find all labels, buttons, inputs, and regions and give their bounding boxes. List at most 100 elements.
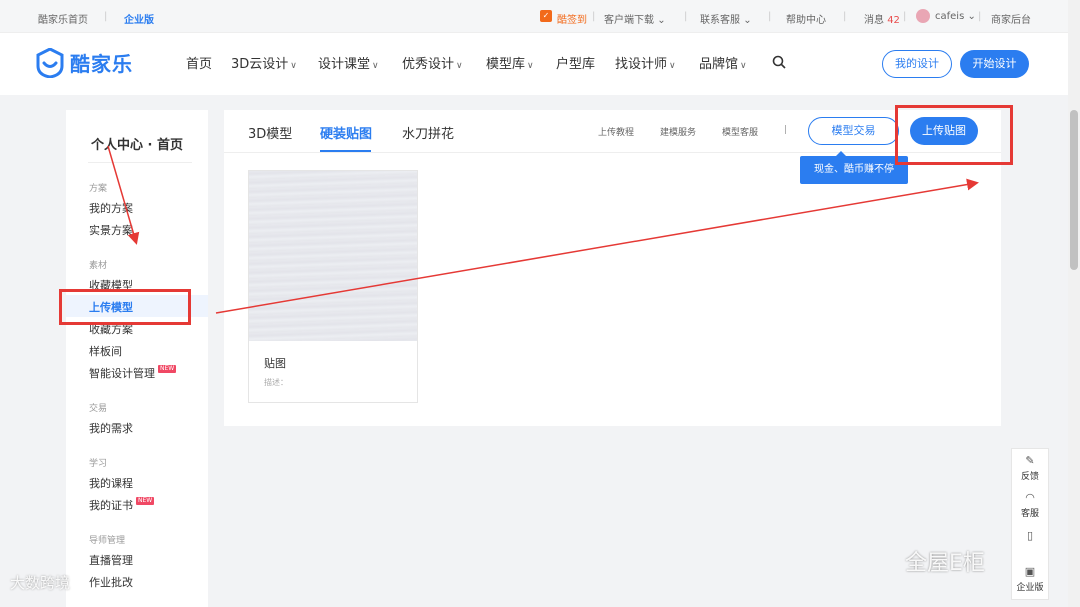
merchant-backend-link[interactable]: 商家后台 (991, 11, 1031, 26)
divider: | (104, 11, 108, 22)
search-icon[interactable] (772, 55, 786, 69)
tab-3d-model[interactable]: 3D模型 (248, 123, 292, 142)
sidebar-item-my-courses[interactable]: 我的课程 (89, 475, 133, 491)
divider: | (784, 125, 788, 135)
contact-service-label: 联系客服 (700, 15, 740, 26)
logo-text[interactable]: 酷家乐 (70, 48, 133, 77)
edit-icon: ✎ (1025, 454, 1035, 467)
sidebar-item-smart-design[interactable]: 智能设计管理 NEW (89, 365, 177, 381)
divider: | (592, 11, 596, 22)
sidebar-group-material: 素材 (89, 261, 108, 271)
messages-count: 42 (887, 15, 900, 26)
sidebar-item-my-certs[interactable]: 我的证书 NEW (89, 497, 155, 513)
divider: | (978, 11, 982, 22)
enterprise-float-label: 企业版 (1016, 583, 1044, 593)
kujiale-home-link[interactable]: 酷家乐首页 (38, 11, 88, 26)
nav-floorplan-library[interactable]: 户型库 (556, 53, 595, 72)
texture-thumbnail[interactable] (249, 171, 417, 341)
divider (88, 162, 192, 163)
divider: | (903, 11, 907, 22)
annotation-box-upload-texture (895, 105, 1013, 165)
top-bar: 酷家乐首页 | 企业版 ✓ 酷签到 | 客户端下载 ⌄ | 联系客服 ⌄ | 帮… (0, 0, 1080, 33)
sidebar-item-real-plans[interactable]: 实景方案 (89, 222, 133, 238)
sidebar-title[interactable]: 个人中心 · 首页 (91, 134, 183, 153)
chevron-down-icon: ∨ (456, 61, 463, 71)
main-panel: 3D模型 硬装贴图 水刀拼花 上传教程 建模服务 模型客服 | 模型交易 上传贴… (224, 110, 1001, 426)
chevron-down-icon: ∨ (669, 61, 676, 71)
avatar[interactable] (916, 9, 930, 23)
sidebar-item-my-certs-label: 我的证书 (89, 499, 133, 512)
tab-waterjet-mosaic[interactable]: 水刀拼花 (402, 123, 454, 142)
nav-find-designer-label: 找设计师 (615, 57, 668, 72)
sidebar-group-mentor: 导师管理 (89, 536, 126, 546)
sidebar-item-smart-design-label: 智能设计管理 (89, 367, 155, 380)
enterprise-float-button[interactable]: ▣ 企业版 (1012, 565, 1048, 593)
divider (224, 152, 1001, 153)
divider: | (684, 11, 688, 22)
building-icon: ▣ (1024, 565, 1036, 578)
sidebar: 个人中心 · 首页 方案 我的方案 实景方案 素材 收藏模型 上传模型 收藏方案… (66, 110, 208, 607)
nav-excellent-design[interactable]: 优秀设计 ∨ (402, 53, 463, 72)
nav-brand-hall[interactable]: 品牌馆 ∨ (699, 53, 747, 72)
user-menu[interactable]: cafeis ⌄ (935, 11, 976, 22)
chevron-down-icon: ∨ (740, 61, 747, 71)
headphones-icon: ◠ (1025, 491, 1035, 504)
help-center-link[interactable]: 帮助中心 (786, 11, 826, 26)
feedback-button[interactable]: ✎ 反馈 (1012, 454, 1048, 482)
sidebar-item-showroom[interactable]: 样板间 (89, 343, 122, 359)
watermark-left: 大数跨境 (10, 574, 71, 592)
chevron-down-icon: ⌄ (743, 15, 752, 26)
watermark-right: 全屋E柜 (905, 551, 985, 576)
nav-3d-design-label: 3D云设计 (231, 57, 289, 72)
new-badge: NEW (136, 497, 155, 505)
annotation-box-upload-model (59, 289, 191, 325)
floating-toolbar: ✎ 反馈 ◠ 客服 ▯ ▣ 企业版 (1011, 448, 1049, 600)
promo-tooltip: 现金、酷币赚不停 (800, 151, 908, 184)
contact-service-menu[interactable]: 联系客服 ⌄ (700, 11, 752, 26)
upload-tutorial-link[interactable]: 上传教程 (598, 125, 634, 138)
feedback-label: 反馈 (1020, 472, 1039, 482)
sidebar-group-trade: 交易 (89, 404, 108, 414)
customer-service-button[interactable]: ◠ 客服 (1012, 491, 1048, 519)
sidebar-item-my-needs[interactable]: 我的需求 (89, 420, 133, 436)
nav-find-designer[interactable]: 找设计师 ∨ (615, 53, 676, 72)
start-design-button[interactable]: 开始设计 (960, 50, 1029, 78)
messages-link[interactable]: 消息 42 (864, 11, 900, 26)
divider: | (768, 11, 772, 22)
model-service-link[interactable]: 模型客服 (722, 125, 758, 138)
chevron-down-icon: ⌄ (657, 15, 666, 26)
nav-design-class[interactable]: 设计课堂 ∨ (318, 53, 379, 72)
texture-card[interactable]: 贴图 描述： (248, 170, 418, 403)
sign-in-icon[interactable]: ✓ (540, 10, 552, 22)
sidebar-group-study: 学习 (89, 459, 108, 469)
kujiale-logo-icon[interactable] (36, 48, 64, 78)
chevron-down-icon: ∨ (527, 61, 534, 71)
scrollbar-thumb[interactable] (1070, 110, 1078, 270)
phone-icon: ▯ (1026, 529, 1034, 542)
sidebar-item-homework[interactable]: 作业批改 (89, 574, 133, 590)
client-download-label: 客户端下载 (604, 15, 654, 26)
sidebar-group-plan: 方案 (89, 184, 108, 194)
chevron-down-icon: ⌄ (967, 11, 976, 22)
modeling-service-link[interactable]: 建模服务 (660, 125, 696, 138)
my-design-button[interactable]: 我的设计 (882, 50, 952, 78)
nav-home[interactable]: 首页 (186, 53, 212, 72)
model-trade-button[interactable]: 模型交易 (808, 117, 899, 145)
phone-button[interactable]: ▯ (1012, 529, 1048, 544)
nav-brand-hall-label: 品牌馆 (699, 57, 739, 72)
username: cafeis (935, 11, 965, 22)
sign-in-link[interactable]: 酷签到 (557, 11, 587, 26)
sidebar-item-live-manage[interactable]: 直播管理 (89, 552, 133, 568)
texture-card-desc: 描述： (264, 378, 288, 387)
nav-excellent-design-label: 优秀设计 (402, 57, 455, 72)
nav-3d-design[interactable]: 3D云设计 ∨ (231, 53, 297, 72)
main-header: 酷家乐 首页 3D云设计 ∨ 设计课堂 ∨ 优秀设计 ∨ 模型库 ∨ 户型库 找设计师 ∨… (0, 33, 1080, 95)
enterprise-link[interactable]: 企业版 (124, 11, 154, 26)
client-download-menu[interactable]: 客户端下载 ⌄ (604, 11, 666, 26)
page-scrollbar[interactable] (1068, 0, 1080, 607)
tab-hard-texture[interactable]: 硬装贴图 (320, 123, 372, 142)
chevron-down-icon: ∨ (290, 61, 297, 71)
messages-label: 消息 (864, 15, 884, 26)
nav-model-library[interactable]: 模型库 ∨ (486, 53, 534, 72)
sidebar-item-my-plans[interactable]: 我的方案 (89, 200, 133, 216)
